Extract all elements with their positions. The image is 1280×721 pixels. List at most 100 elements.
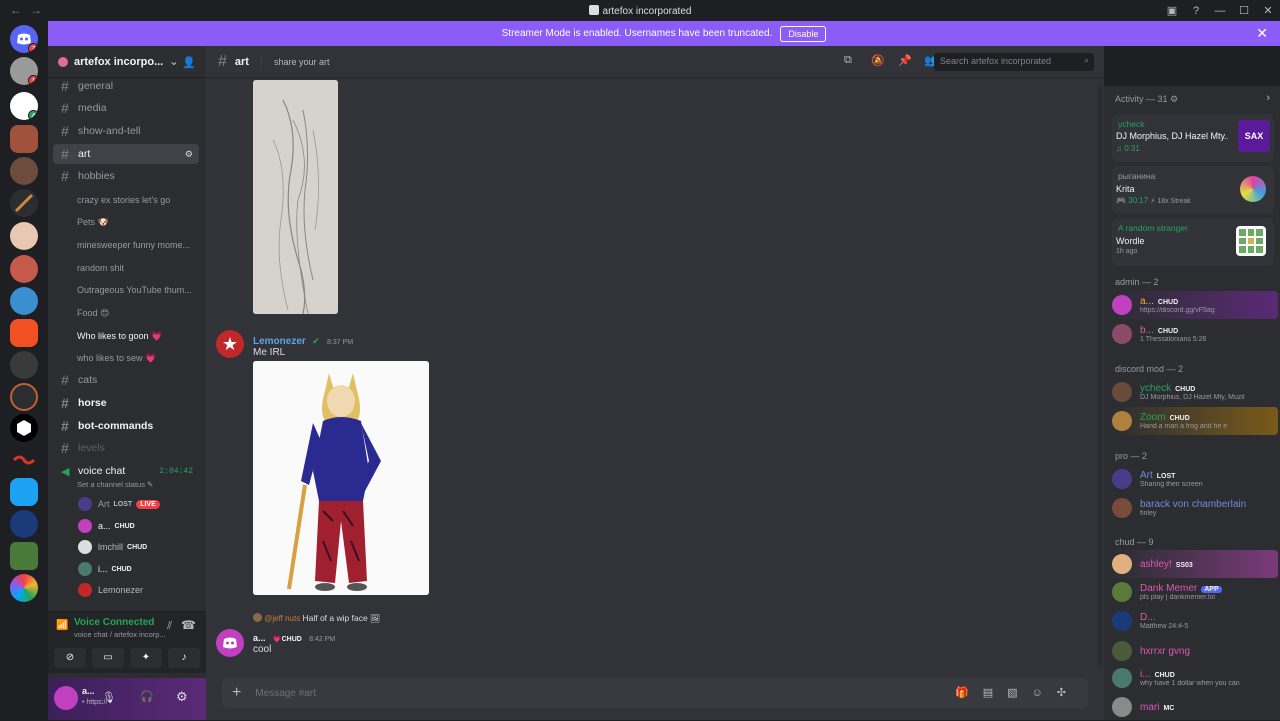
channel-bot-commands[interactable]: # bot-commands <box>53 416 199 436</box>
member-item[interactable]: Dank Memer APP pls play | dankmemer.lol <box>1112 578 1278 606</box>
channel-art[interactable]: # art ⚙ <box>53 144 199 164</box>
activity-card[interactable]: ycheck DJ Morphius, DJ Hazel Mty... ♫ 0:… <box>1112 114 1274 162</box>
minimize-button[interactable]: — <box>1208 5 1232 17</box>
server-icon[interactable] <box>10 446 38 474</box>
activity-card[interactable]: рыганина Krita 🎮 30:17 ⚡ 18x Streak <box>1112 166 1274 214</box>
thread-item[interactable]: Food 😍 <box>77 308 197 319</box>
server-icon[interactable] <box>10 574 38 602</box>
apps-icon[interactable]: ✣ <box>1057 687 1080 699</box>
thread-item[interactable]: minesweeper funny mome... <box>77 240 197 250</box>
server-icon[interactable] <box>10 222 38 250</box>
help-icon[interactable]: ? <box>1184 5 1208 17</box>
thread-item[interactable]: crazy ex stories let's go <box>77 195 197 205</box>
disconnect-icon[interactable]: ☎ <box>181 618 196 632</box>
gif-icon[interactable]: ▤ <box>983 687 1007 699</box>
notification-bell-icon[interactable]: 🔕 <box>871 54 885 67</box>
member-item[interactable]: hxrrxr gvng <box>1112 637 1278 665</box>
voice-user[interactable]: a... CHUD <box>78 517 135 535</box>
thread-item[interactable]: random shit <box>77 263 197 273</box>
headphones-icon[interactable]: 🎧 <box>140 690 154 703</box>
member-item[interactable]: i... CHUD why have 1 dollar when you can <box>1112 664 1278 692</box>
chevron-right-icon[interactable]: › <box>1266 92 1270 104</box>
message-author[interactable]: a... <box>253 633 266 643</box>
direct-messages-button[interactable]: 7 <box>10 25 38 53</box>
voice-location[interactable]: voice chat / artefox incorp... <box>74 630 174 639</box>
thread-item[interactable]: who likes to sew 💗 <box>77 353 197 364</box>
add-attachment-icon[interactable]: + <box>232 684 241 702</box>
voice-user[interactable]: lmchill CHUD <box>78 538 147 556</box>
server-icon[interactable] <box>10 319 38 347</box>
member-item[interactable]: Zoom CHUD Hand a man a frog and he e <box>1112 407 1278 435</box>
voice-channel[interactable]: ◀ voice chat 2:04:42 <box>53 461 199 481</box>
pin-icon[interactable]: 📌 <box>898 54 912 67</box>
channel-media[interactable]: # media <box>53 98 199 118</box>
thread-item[interactable]: Who likes to goon 💗 <box>77 331 197 342</box>
server-icon[interactable] <box>10 351 38 379</box>
server-icon[interactable] <box>10 414 38 442</box>
channel-show-and-tell[interactable]: # show-and-tell <box>53 121 199 141</box>
video-off-button[interactable]: ⊘ <box>54 648 86 668</box>
message-input[interactable]: Message #art <box>255 688 316 699</box>
message-author[interactable]: Lemonezer <box>253 336 306 347</box>
server-icon[interactable] <box>10 287 38 315</box>
member-item[interactable]: D... Matthew 24:4-5 <box>1112 607 1278 635</box>
voice-user[interactable]: Art LOST LIVE <box>78 495 160 513</box>
emoji-icon[interactable]: ☺ <box>1032 687 1057 699</box>
server-icon[interactable]: 4 <box>10 92 38 120</box>
maximize-button[interactable]: ☐ <box>1232 4 1256 17</box>
server-icon[interactable] <box>10 383 38 411</box>
server-icon[interactable] <box>10 125 38 153</box>
member-item[interactable]: barack von chamberlain finley <box>1112 494 1278 522</box>
server-icon[interactable] <box>10 189 38 217</box>
channel-hobbies[interactable]: # hobbies <box>53 166 199 186</box>
server-icon[interactable] <box>10 255 38 283</box>
avatar[interactable]: ★ <box>216 330 244 358</box>
member-item[interactable]: ashley! SS03 <box>1112 550 1278 578</box>
channel-horse[interactable]: # horse <box>53 393 199 413</box>
activities-button[interactable]: ✦ <box>130 648 162 668</box>
server-icon[interactable] <box>10 510 38 538</box>
close-icon[interactable]: ✕ <box>1256 25 1268 42</box>
avatar[interactable] <box>54 686 78 710</box>
thread-item[interactable]: Outrageous YouTube thum... <box>77 285 197 295</box>
noise-suppression-icon[interactable]: ⫽ <box>167 620 172 633</box>
channel-levels[interactable]: # levels <box>53 438 199 458</box>
threads-icon[interactable]: ⧉ <box>844 54 852 67</box>
channel-general[interactable]: # general <box>53 76 199 96</box>
avatar[interactable] <box>216 629 244 657</box>
add-user-icon[interactable]: 👤 <box>182 56 196 69</box>
scrollbar[interactable] <box>1098 86 1102 666</box>
settings-gear-icon[interactable]: ⚙ <box>185 149 193 160</box>
gift-icon[interactable]: 🎁 <box>955 687 983 699</box>
voice-user[interactable]: i... CHUD <box>78 560 132 578</box>
server-icon[interactable] <box>10 478 38 506</box>
soundboard-button[interactable]: ♪ <box>168 648 200 668</box>
member-item[interactable]: ycheck CHUD DJ Morphius, DJ Hazel Mty, Muz… <box>1112 378 1278 406</box>
member-item[interactable]: mari MC <box>1112 693 1278 721</box>
settings-gear-icon[interactable]: ⚙ <box>176 689 188 705</box>
disable-button[interactable]: Disable <box>780 25 827 42</box>
reply-preview[interactable]: @jeff nuts Half of a wip face 🖼 <box>253 613 380 623</box>
channel-cats[interactable]: # cats <box>53 370 199 390</box>
microphone-icon[interactable]: 🎙 <box>102 691 116 704</box>
server-header[interactable]: artefox incorpo... ⌄ 👤 <box>48 46 206 78</box>
member-item[interactable]: a... CHUD https://discord.gg/vF5ag <box>1112 291 1278 319</box>
server-icon[interactable] <box>10 542 38 570</box>
activity-header[interactable]: Activity — 31 ⚙ <box>1115 94 1178 105</box>
search-input[interactable]: Search artefox incorporated ⌕ <box>934 53 1094 71</box>
close-window-button[interactable]: ✕ <box>1256 4 1280 17</box>
activity-card[interactable]: A random stranger Wordle 1h ago <box>1112 218 1274 266</box>
channel-topic[interactable]: share your art <box>260 56 330 67</box>
member-item[interactable]: b... CHUD 1 Thessalonians 5:26 <box>1112 320 1278 348</box>
member-item[interactable]: Art LOST Sharing their screen <box>1112 465 1278 493</box>
screen-share-button[interactable]: ▭ <box>92 648 124 668</box>
inbox-icon[interactable]: ▣ <box>1160 4 1184 17</box>
channel-status[interactable]: Set a channel status ✎ <box>77 480 153 489</box>
image-attachment[interactable] <box>253 361 429 595</box>
voice-user[interactable]: Lemonezer <box>78 581 143 599</box>
server-icon[interactable] <box>10 157 38 185</box>
sticker-icon[interactable]: ▧ <box>1007 687 1031 699</box>
server-icon[interactable]: 1 <box>10 57 38 85</box>
thread-item[interactable]: Pets 🐶 <box>77 217 197 228</box>
image-attachment[interactable] <box>253 80 338 314</box>
